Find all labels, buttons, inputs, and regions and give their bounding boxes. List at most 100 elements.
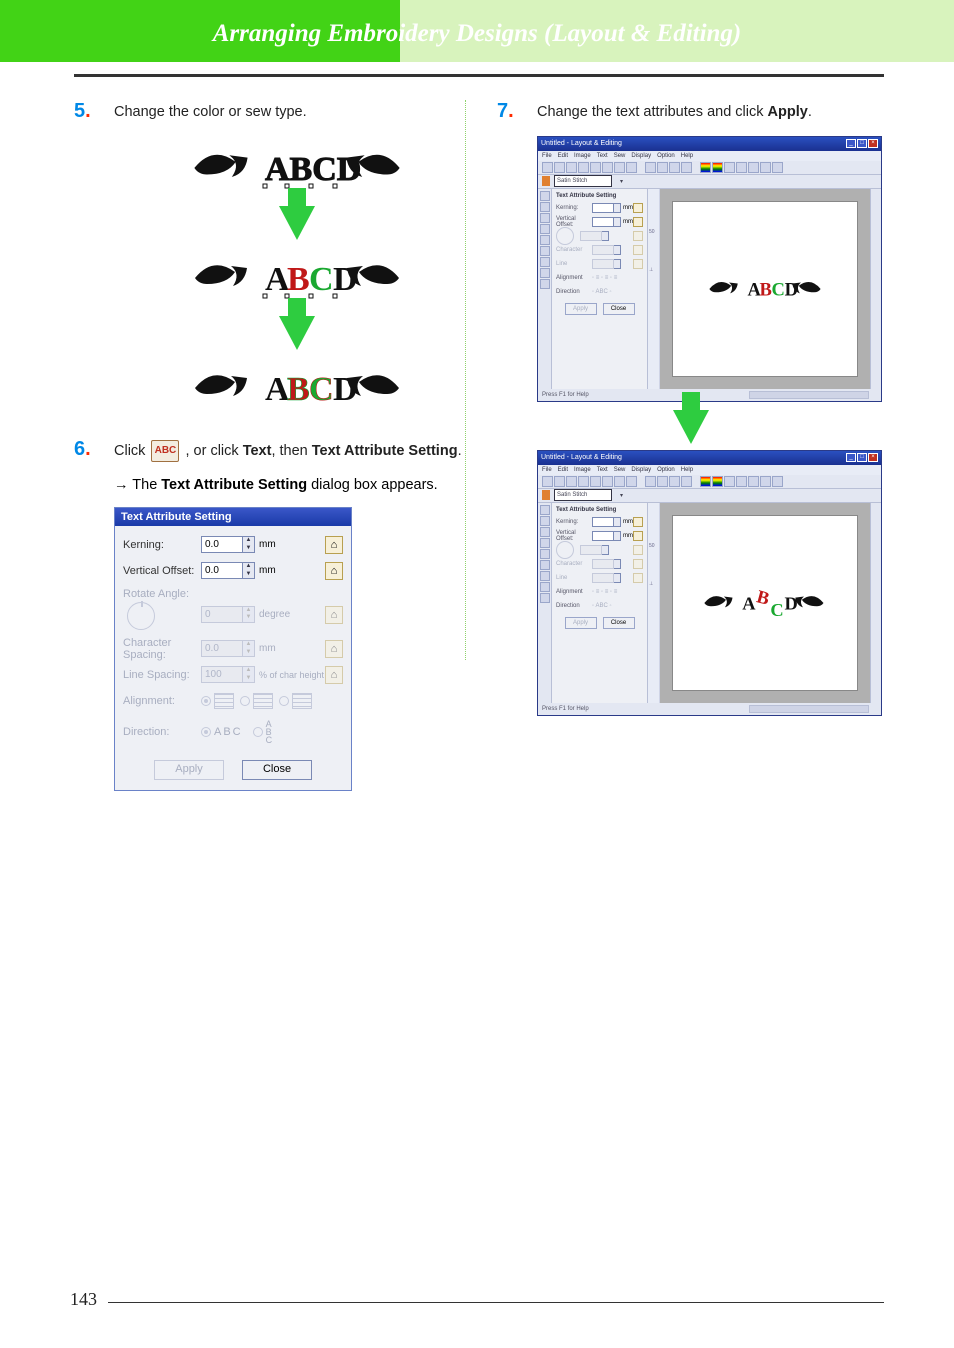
toolbar-btn <box>657 162 668 173</box>
kerning-label: Kerning: <box>123 539 201 551</box>
toolbar-btn <box>566 162 577 173</box>
tool-btn <box>540 213 550 223</box>
svg-text:B: B <box>287 261 310 298</box>
abc-toolbar-icon: ABC <box>151 440 179 462</box>
direction-v-sample: ABC <box>266 720 273 744</box>
align-left-icon <box>214 693 234 709</box>
toolbar-btn <box>681 476 692 487</box>
rotate-label: Rotate Angle: <box>123 588 201 600</box>
direction-label: Direction: <box>123 726 201 738</box>
voffset-label: Vertical Offset: <box>123 565 201 577</box>
p-dir-label: Direction <box>556 289 592 295</box>
p-voffset-input <box>592 217 614 227</box>
content: 5. Change the color or sew type. ABC D <box>74 100 884 791</box>
menu-sew: Sew <box>614 153 626 159</box>
toolbar-btn <box>736 476 747 487</box>
footer-rule <box>108 1302 884 1303</box>
dialog-buttons: Apply Close <box>123 760 343 780</box>
step-6-result: → The Text Attribute Setting dialog box … <box>114 474 479 496</box>
p-kerning-label: Kerning: <box>556 205 592 211</box>
menu-text: Text <box>597 467 608 473</box>
chapter-title: Arranging Embroidery Designs (Layout & E… <box>0 20 954 48</box>
voffset-input[interactable]: 0.0 <box>201 562 243 579</box>
status-text: Press F1 for Help <box>542 392 589 398</box>
toolbar-btn <box>748 162 759 173</box>
toolbar-btn <box>542 162 553 173</box>
app-toolbox <box>538 189 552 389</box>
app-toolbar <box>538 475 881 489</box>
linespace-label: Line Spacing: <box>123 669 201 681</box>
toolbar-btn <box>645 162 656 173</box>
p-rotate-input <box>580 231 602 241</box>
reset-icon <box>633 203 643 213</box>
p-close-btn: Close <box>603 617 635 629</box>
app-sewbar: Satin Stitch ▾ <box>538 489 881 503</box>
svg-text:C: C <box>309 371 334 408</box>
p-linespace-label: Line <box>556 575 592 581</box>
align-right-icon <box>292 693 312 709</box>
kerning-input[interactable]: 0.0 <box>201 536 243 553</box>
reset-icon <box>633 517 643 527</box>
left-column: 5. Change the color or sew type. ABCD <box>74 100 479 791</box>
p-voffset-input <box>592 531 614 541</box>
voffset-spinner[interactable]: ▲▼ <box>243 562 255 579</box>
rotate-row: Rotate Angle: 0 ▲▼ degree ⌂ <box>123 584 343 636</box>
scrollbar-h <box>749 705 869 713</box>
text-attribute-dialog: Text Attribute Setting Kerning: 0.0 ▲▼ m… <box>114 507 352 791</box>
step-6: 6. Click ABC , or click Text, then Text … <box>74 438 479 463</box>
p-rotate-dial <box>556 541 574 559</box>
p-align-label: Alignment <box>556 275 592 281</box>
right-column: 7. Change the text attributes and click … <box>479 100 884 791</box>
rotate-unit: degree <box>259 609 290 620</box>
p-align-label: Alignment <box>556 589 592 595</box>
voffset-reset-icon[interactable]: ⌂ <box>325 562 343 580</box>
kerning-spinner[interactable]: ▲▼ <box>243 536 255 553</box>
linespace-reset-icon: ⌂ <box>325 666 343 684</box>
svg-text:C: C <box>770 600 783 620</box>
tool-btn <box>540 268 550 278</box>
reset-icon <box>633 531 643 541</box>
menu-file: File <box>542 153 552 159</box>
text-attr-panel: Text Attribute Setting Kerning:mm Vertic… <box>552 503 648 703</box>
p-spinner <box>614 517 621 527</box>
menu-option: Option <box>657 153 675 159</box>
app-screenshot-before: Untitled - Layout & Editing _ □ × File E… <box>537 136 882 402</box>
step-number: 7. <box>497 100 537 123</box>
menu-display: Display <box>631 467 651 473</box>
toolbar-btn <box>760 162 771 173</box>
reset-icon <box>633 559 643 569</box>
p-kerning-unit: mm <box>623 519 633 525</box>
toolbar-btn <box>712 476 723 487</box>
tool-btn <box>540 582 550 592</box>
linespace-row: Line Spacing: 100 ▲▼ % of char height ⌂ <box>123 662 343 688</box>
kerning-reset-icon[interactable]: ⌂ <box>325 536 343 554</box>
toolbar-btn <box>566 476 577 487</box>
step-5: 5. Change the color or sew type. <box>74 100 479 124</box>
p-spinner <box>614 559 621 569</box>
down-arrow-icon <box>279 206 315 240</box>
step-number: 5. <box>74 100 114 123</box>
tool-btn <box>540 560 550 570</box>
canvas-design: A B C D <box>705 271 825 307</box>
minimize-icon: _ <box>846 139 856 148</box>
app-canvas: 50⊥ A B C D <box>648 503 881 703</box>
svg-text:D: D <box>785 593 798 613</box>
p-rotate-input <box>580 545 602 555</box>
svg-text:B: B <box>755 586 772 608</box>
toolbar-btn <box>669 476 680 487</box>
alignment-row: Alignment: <box>123 688 343 714</box>
app-body: Text Attribute Setting Kerning:mm Vertic… <box>538 189 881 389</box>
p-spinner <box>602 545 609 555</box>
design-page: A B C D <box>672 201 858 377</box>
dialog-body: Kerning: 0.0 ▲▼ mm ⌂ Vertical Offset: 0.… <box>115 526 351 790</box>
toolbar-btn <box>554 476 565 487</box>
close-button[interactable]: Close <box>242 760 312 780</box>
p-apply-btn: Apply <box>565 617 597 629</box>
svg-text:B: B <box>287 371 310 408</box>
app-screenshot-after: Untitled - Layout & Editing _ □ × File E… <box>537 450 882 716</box>
p-charspace-input <box>592 245 614 255</box>
toolbar-btn <box>614 162 625 173</box>
menu-help: Help <box>681 467 693 473</box>
step-text: Change the text attributes and click App… <box>537 100 812 124</box>
p-voffset-unit: mm <box>623 533 633 539</box>
